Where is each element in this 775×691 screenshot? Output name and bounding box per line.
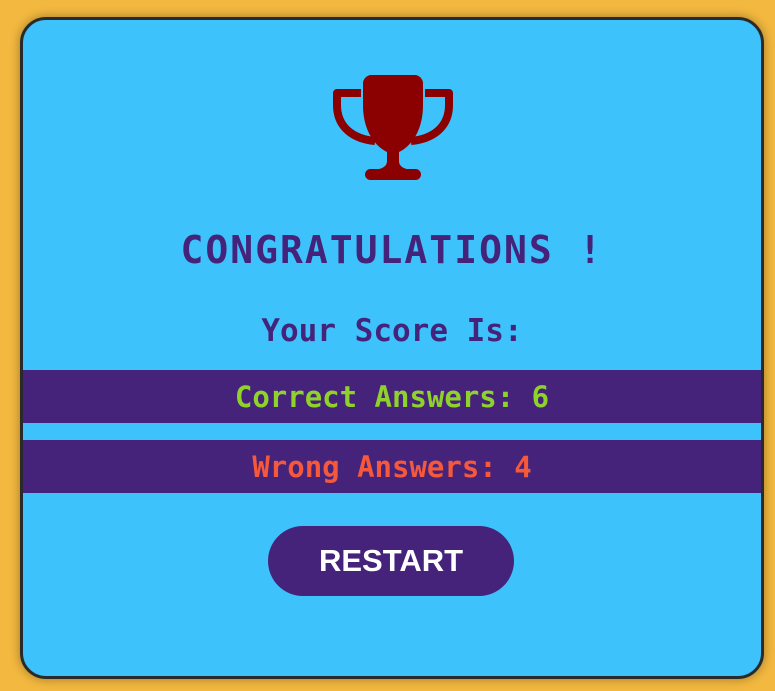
correct-answers-text: Correct Answers: 6 <box>234 379 550 414</box>
result-card: CONGRATULATIONS ! Your Score Is: Correct… <box>20 17 764 679</box>
score-label: Your Score Is: <box>261 313 523 349</box>
wrong-answers-bar: Wrong Answers: 4 <box>23 440 761 493</box>
correct-answers-bar: Correct Answers: 6 <box>23 370 761 423</box>
restart-button[interactable]: RESTART <box>268 526 514 596</box>
wrong-answers-text: Wrong Answers: 4 <box>252 449 532 484</box>
congratulations-heading: CONGRATULATIONS ! <box>180 228 604 272</box>
trophy-icon <box>333 75 453 180</box>
